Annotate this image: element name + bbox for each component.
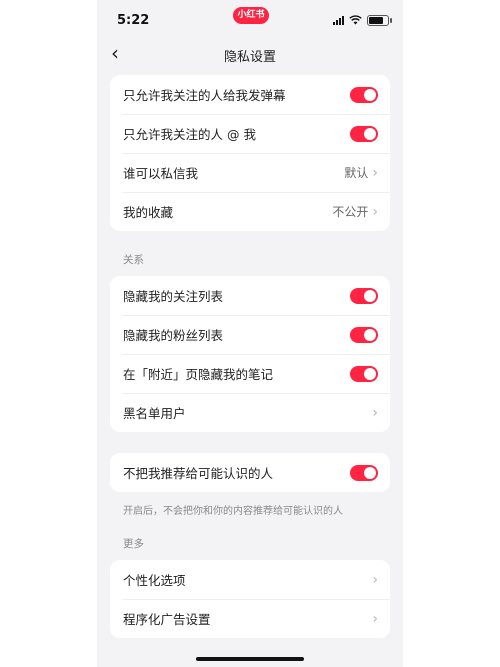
setting-personalization[interactable]: 个性化选项 › <box>110 560 390 599</box>
recommend-note: 开启后，不会把你和你的内容推荐给可能认识的人 <box>123 506 343 517</box>
setting-mention-followers-only[interactable]: 只允许我关注的人 @ 我 <box>110 114 390 153</box>
setting-hide-following-list[interactable]: 隐藏我的关注列表 <box>110 276 390 315</box>
setting-label: 谁可以私信我 <box>123 166 199 181</box>
setting-who-can-message[interactable]: 谁可以私信我 默认 › <box>110 153 390 192</box>
setting-label: 个性化选项 <box>123 573 186 588</box>
signal-icon <box>333 15 344 25</box>
setting-label: 只允许我关注的人 @ 我 <box>123 127 256 142</box>
recommend-card: 不把我推荐给可能认识的人 <box>110 453 390 492</box>
mention-toggle[interactable] <box>350 125 378 142</box>
navigation-bar: ‹ 隐私设置 <box>97 40 403 68</box>
toggle-knob <box>364 466 376 479</box>
setting-label: 只允许我关注的人给我发弹幕 <box>123 88 286 103</box>
setting-value: 不公开 <box>332 205 369 219</box>
page-title: 隐私设置 <box>223 50 276 65</box>
setting-hide-notes-nearby[interactable]: 在「附近」页隐藏我的笔记 <box>110 354 390 393</box>
status-bar: 5:22 小红书 <box>97 0 403 40</box>
chevron-right-icon: › <box>372 164 378 181</box>
wifi-icon <box>349 15 362 25</box>
app-badge: 小红书 <box>233 7 269 24</box>
setting-label: 黑名单用户 <box>123 406 186 421</box>
toggle-knob <box>364 328 376 341</box>
setting-danmaku-followers-only[interactable]: 只允许我关注的人给我发弹幕 <box>110 75 390 114</box>
chevron-right-icon: › <box>372 404 378 421</box>
privacy-settings-card: 只允许我关注的人给我发弹幕 只允许我关注的人 @ 我 谁可以私信我 默认 › 我… <box>110 75 390 231</box>
hide-followers-toggle[interactable] <box>350 326 378 343</box>
chevron-right-icon: › <box>372 203 378 220</box>
status-time: 5:22 <box>117 13 150 28</box>
section-label-more: 更多 <box>123 538 144 550</box>
setting-label: 程序化广告设置 <box>123 612 211 627</box>
relations-card: 隐藏我的关注列表 隐藏我的粉丝列表 在「附近」页隐藏我的笔记 黑名单用户 › <box>110 276 390 432</box>
setting-label: 在「附近」页隐藏我的笔记 <box>123 367 274 382</box>
setting-my-favorites[interactable]: 我的收藏 不公开 › <box>110 192 390 231</box>
no-recommend-toggle[interactable] <box>350 464 378 481</box>
home-indicator <box>196 657 304 661</box>
section-label-relations: 关系 <box>123 254 144 266</box>
setting-no-recommend-to-acquaintances[interactable]: 不把我推荐给可能认识的人 <box>110 453 390 492</box>
battery-icon <box>367 14 392 26</box>
toggle-knob <box>364 88 376 101</box>
more-card: 个性化选项 › 程序化广告设置 › <box>110 560 390 638</box>
hide-nearby-toggle[interactable] <box>350 365 378 382</box>
toggle-knob <box>364 127 376 140</box>
setting-label: 我的收藏 <box>123 205 174 220</box>
setting-label: 不把我推荐给可能认识的人 <box>123 466 274 481</box>
chevron-right-icon: › <box>372 571 378 588</box>
setting-label: 隐藏我的粉丝列表 <box>123 328 224 343</box>
system-icons <box>333 14 392 26</box>
chevron-right-icon: › <box>372 610 378 627</box>
setting-blocked-users[interactable]: 黑名单用户 › <box>110 393 390 432</box>
hide-following-toggle[interactable] <box>350 287 378 304</box>
toggle-knob <box>364 367 376 380</box>
setting-hide-followers-list[interactable]: 隐藏我的粉丝列表 <box>110 315 390 354</box>
setting-label: 隐藏我的关注列表 <box>123 289 224 304</box>
toggle-knob <box>364 289 376 302</box>
setting-value: 默认 <box>344 166 369 180</box>
phone-screen: 5:22 小红书 ‹ 隐私设置 只允许我关注的人给我发弹幕 只允许我关注的人 @… <box>97 0 403 667</box>
danmaku-toggle[interactable] <box>350 86 378 103</box>
setting-programmatic-ads[interactable]: 程序化广告设置 › <box>110 599 390 638</box>
